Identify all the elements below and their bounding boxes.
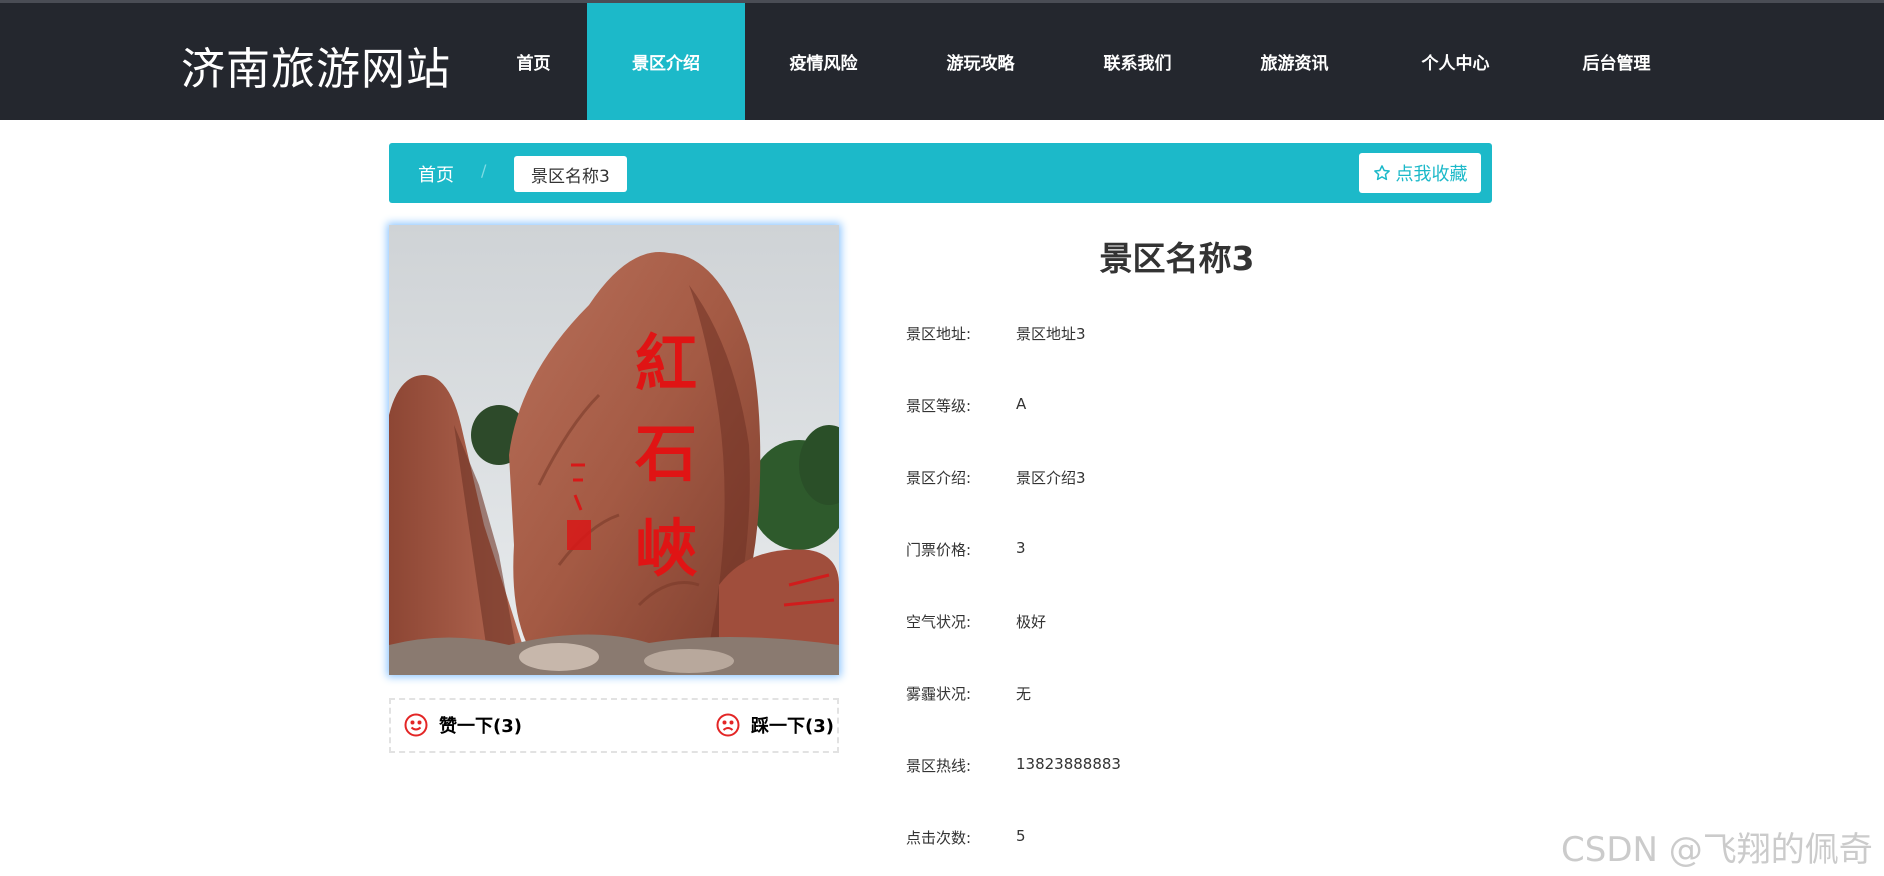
breadcrumb-home-link[interactable]: 首页 xyxy=(418,161,454,187)
vote-box: 赞一下(3) 踩一下(3) xyxy=(389,698,839,753)
carved-char-1: 紅 xyxy=(635,327,697,400)
detail-row-intro: 景区介绍: 景区介绍3 xyxy=(906,467,1086,488)
breadcrumb: 首页 / 景区名称3 点我收藏 xyxy=(389,143,1492,203)
like-label: 赞一下(3) xyxy=(439,716,522,737)
main-nav: 首页 景区介绍 疫情风险 游玩攻略 联系我们 旅游资讯 个人中心 后台管理 xyxy=(480,3,1695,120)
red-rock-image: 紅 石 峽 xyxy=(389,225,839,675)
nav-item-personal-center[interactable]: 个人中心 xyxy=(1373,3,1538,120)
like-button[interactable]: 赞一下(3) xyxy=(403,712,522,738)
carved-char-2: 石 xyxy=(635,417,697,490)
nav-item-scenic-intro[interactable]: 景区介绍 xyxy=(587,3,745,120)
scenic-photo: 紅 石 峽 xyxy=(389,225,839,675)
smile-icon xyxy=(404,713,428,737)
nav-item-home[interactable]: 首页 xyxy=(480,3,587,120)
top-navbar: 济南旅游网站 首页 景区介绍 疫情风险 游玩攻略 联系我们 旅游资讯 个人中心 … xyxy=(0,0,1884,120)
nav-item-travel-guide[interactable]: 游玩攻略 xyxy=(902,3,1059,120)
detail-label: 景区等级: xyxy=(906,397,972,415)
detail-value: 3 xyxy=(1016,539,1026,557)
carved-char-3: 峽 xyxy=(635,512,698,585)
nav-item-epidemic-risk[interactable]: 疫情风险 xyxy=(745,3,902,120)
star-icon xyxy=(1373,165,1390,181)
frown-icon xyxy=(716,713,740,737)
favorite-label: 点我收藏 xyxy=(1395,164,1468,185)
scenic-title: 景区名称3 xyxy=(1099,239,1255,278)
detail-row-air: 空气状况: 极好 xyxy=(906,611,1046,632)
nav-item-admin[interactable]: 后台管理 xyxy=(1538,3,1695,120)
detail-row-level: 景区等级: A xyxy=(906,395,1026,416)
detail-label: 景区介绍: xyxy=(906,469,972,487)
favorite-button[interactable]: 点我收藏 xyxy=(1359,153,1481,193)
detail-value: 13823888883 xyxy=(1016,755,1121,773)
breadcrumb-separator: / xyxy=(481,161,487,180)
nav-item-contact-us[interactable]: 联系我们 xyxy=(1059,3,1216,120)
detail-row-address: 景区地址: 景区地址3 xyxy=(906,323,1086,344)
detail-value: A xyxy=(1016,395,1027,413)
detail-value: 景区地址3 xyxy=(1016,325,1086,343)
dislike-label: 踩一下(3) xyxy=(751,716,834,737)
detail-value: 5 xyxy=(1016,827,1026,845)
detail-label: 雾霾状况: xyxy=(906,685,972,703)
detail-label: 景区地址: xyxy=(906,325,972,343)
detail-label: 景区热线: xyxy=(906,757,972,775)
detail-value: 无 xyxy=(1016,685,1032,703)
breadcrumb-current: 景区名称3 xyxy=(514,156,627,192)
detail-label: 空气状况: xyxy=(906,613,972,631)
detail-row-price: 门票价格: 3 xyxy=(906,539,1026,560)
detail-value: 极好 xyxy=(1016,613,1047,631)
detail-label: 点击次数: xyxy=(906,829,972,847)
detail-row-clicks: 点击次数: 5 xyxy=(906,827,1026,848)
detail-label: 门票价格: xyxy=(906,541,972,559)
watermark: CSDN @飞翔的佩奇 xyxy=(1561,830,1873,870)
detail-row-hotline: 景区热线: 13823888883 xyxy=(906,755,1121,776)
site-title[interactable]: 济南旅游网站 xyxy=(181,33,451,97)
detail-row-haze: 雾霾状况: 无 xyxy=(906,683,1031,704)
dislike-button[interactable]: 踩一下(3) xyxy=(715,712,834,738)
detail-value: 景区介绍3 xyxy=(1016,469,1086,487)
nav-item-travel-news[interactable]: 旅游资讯 xyxy=(1216,3,1373,120)
